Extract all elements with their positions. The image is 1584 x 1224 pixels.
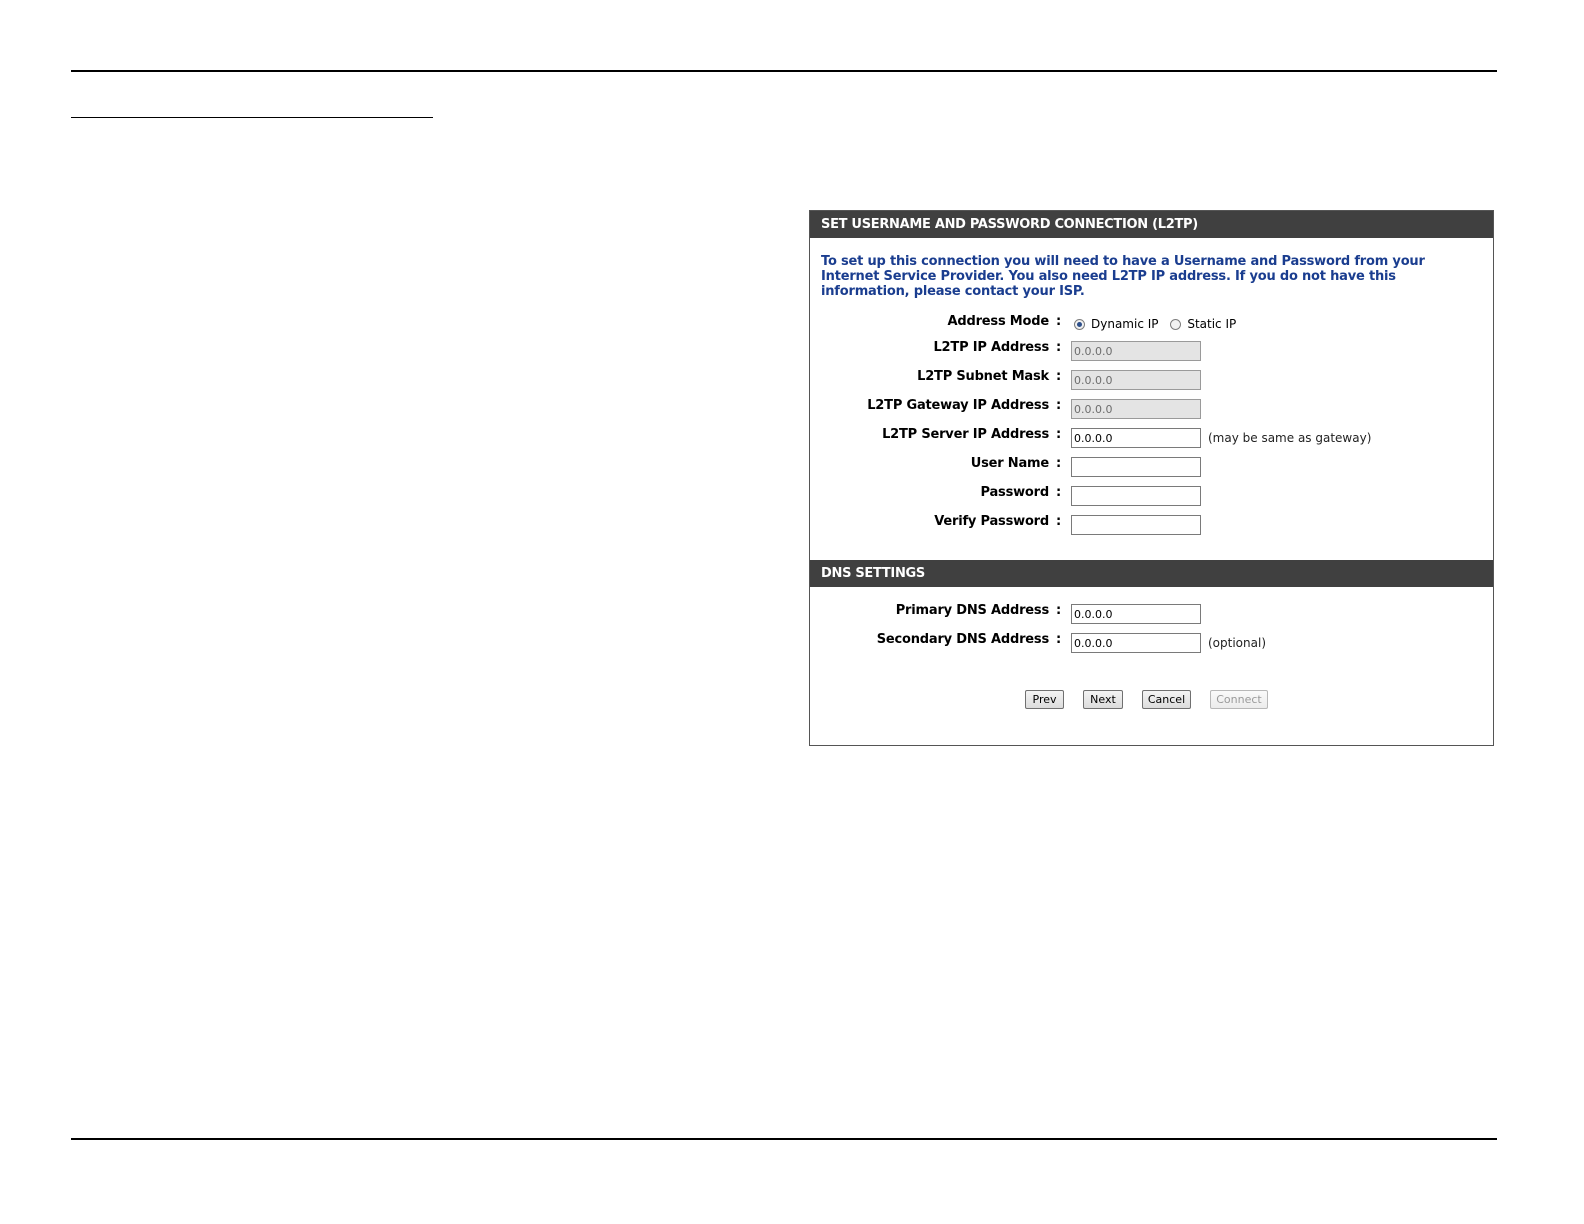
wizard-button-bar: Prev Next Cancel Connect (810, 690, 1493, 710)
static-ip-radio[interactable]: Static IP (1170, 316, 1236, 332)
separator-colon: : (1056, 456, 1062, 471)
radio-selected-icon[interactable] (1074, 318, 1085, 330)
separator-colon: : (1056, 485, 1062, 500)
dynamic-ip-label: Dynamic IP (1091, 317, 1159, 331)
l2tp-server-ip-row: L2TP Server IP Address : (may be same as… (810, 426, 1493, 448)
user-name-label: User Name (970, 456, 1049, 471)
separator-colon: : (1056, 314, 1062, 329)
l2tp-subnet-mask-label: L2TP Subnet Mask (917, 369, 1049, 384)
l2tp-gateway-ip-label: L2TP Gateway IP Address (867, 398, 1049, 413)
connect-button[interactable]: Connect (1210, 690, 1268, 709)
primary-dns-row: Primary DNS Address : (810, 602, 1493, 624)
password-input[interactable] (1071, 486, 1201, 506)
wizard-panel: SET USERNAME AND PASSWORD CONNECTION (L2… (809, 210, 1494, 746)
server-ip-hint: (may be same as gateway) (1208, 431, 1372, 445)
password-label: Password (980, 485, 1050, 500)
top-rule (71, 70, 1497, 72)
l2tp-ip-address-row: L2TP IP Address : (810, 339, 1493, 361)
address-mode-label: Address Mode (947, 314, 1050, 329)
user-name-input[interactable] (1071, 457, 1201, 477)
separator-colon: : (1056, 427, 1062, 442)
primary-dns-label: Primary DNS Address (895, 603, 1049, 618)
l2tp-gateway-ip-row: L2TP Gateway IP Address : (810, 397, 1493, 419)
l2tp-server-ip-label: L2TP Server IP Address (882, 427, 1049, 442)
separator-colon: : (1056, 632, 1062, 647)
address-mode-radio-group: Dynamic IP Static IP (1074, 316, 1244, 334)
radio-unselected-icon[interactable] (1170, 318, 1182, 330)
bottom-rule (71, 1138, 1497, 1140)
secondary-dns-label: Secondary DNS Address (876, 632, 1049, 647)
address-mode-row: Address Mode : Dynamic IP Static IP (810, 313, 1493, 335)
l2tp-ip-address-label: L2TP IP Address (933, 340, 1049, 355)
cancel-button[interactable]: Cancel (1142, 690, 1191, 709)
secondary-dns-hint: (optional) (1208, 636, 1266, 650)
separator-colon: : (1056, 369, 1062, 384)
l2tp-gateway-ip-input (1071, 399, 1201, 419)
l2tp-subnet-mask-row: L2TP Subnet Mask : (810, 368, 1493, 390)
l2tp-section-header: SET USERNAME AND PASSWORD CONNECTION (L2… (810, 211, 1493, 238)
prev-button[interactable]: Prev (1025, 690, 1064, 709)
separator-colon: : (1056, 514, 1062, 529)
separator-colon: : (1056, 603, 1062, 618)
heading-underline (71, 117, 433, 118)
static-ip-label: Static IP (1187, 317, 1237, 331)
user-name-row: User Name : (810, 455, 1493, 477)
secondary-dns-row: Secondary DNS Address : (optional) (810, 631, 1493, 653)
separator-colon: : (1056, 340, 1062, 355)
dynamic-ip-radio[interactable]: Dynamic IP (1074, 316, 1159, 332)
verify-password-label: Verify Password (934, 514, 1049, 529)
primary-dns-input[interactable] (1071, 604, 1201, 624)
verify-password-row: Verify Password : (810, 513, 1493, 535)
next-button[interactable]: Next (1083, 690, 1123, 709)
l2tp-ip-address-input (1071, 341, 1201, 361)
l2tp-intro-text: To set up this connection you will need … (821, 254, 1425, 299)
l2tp-server-ip-input[interactable] (1071, 428, 1201, 448)
dns-section-header: DNS SETTINGS (810, 560, 1493, 587)
secondary-dns-input[interactable] (1071, 633, 1201, 653)
verify-password-input[interactable] (1071, 515, 1201, 535)
l2tp-subnet-mask-input (1071, 370, 1201, 390)
password-row: Password : (810, 484, 1493, 506)
separator-colon: : (1056, 398, 1062, 413)
